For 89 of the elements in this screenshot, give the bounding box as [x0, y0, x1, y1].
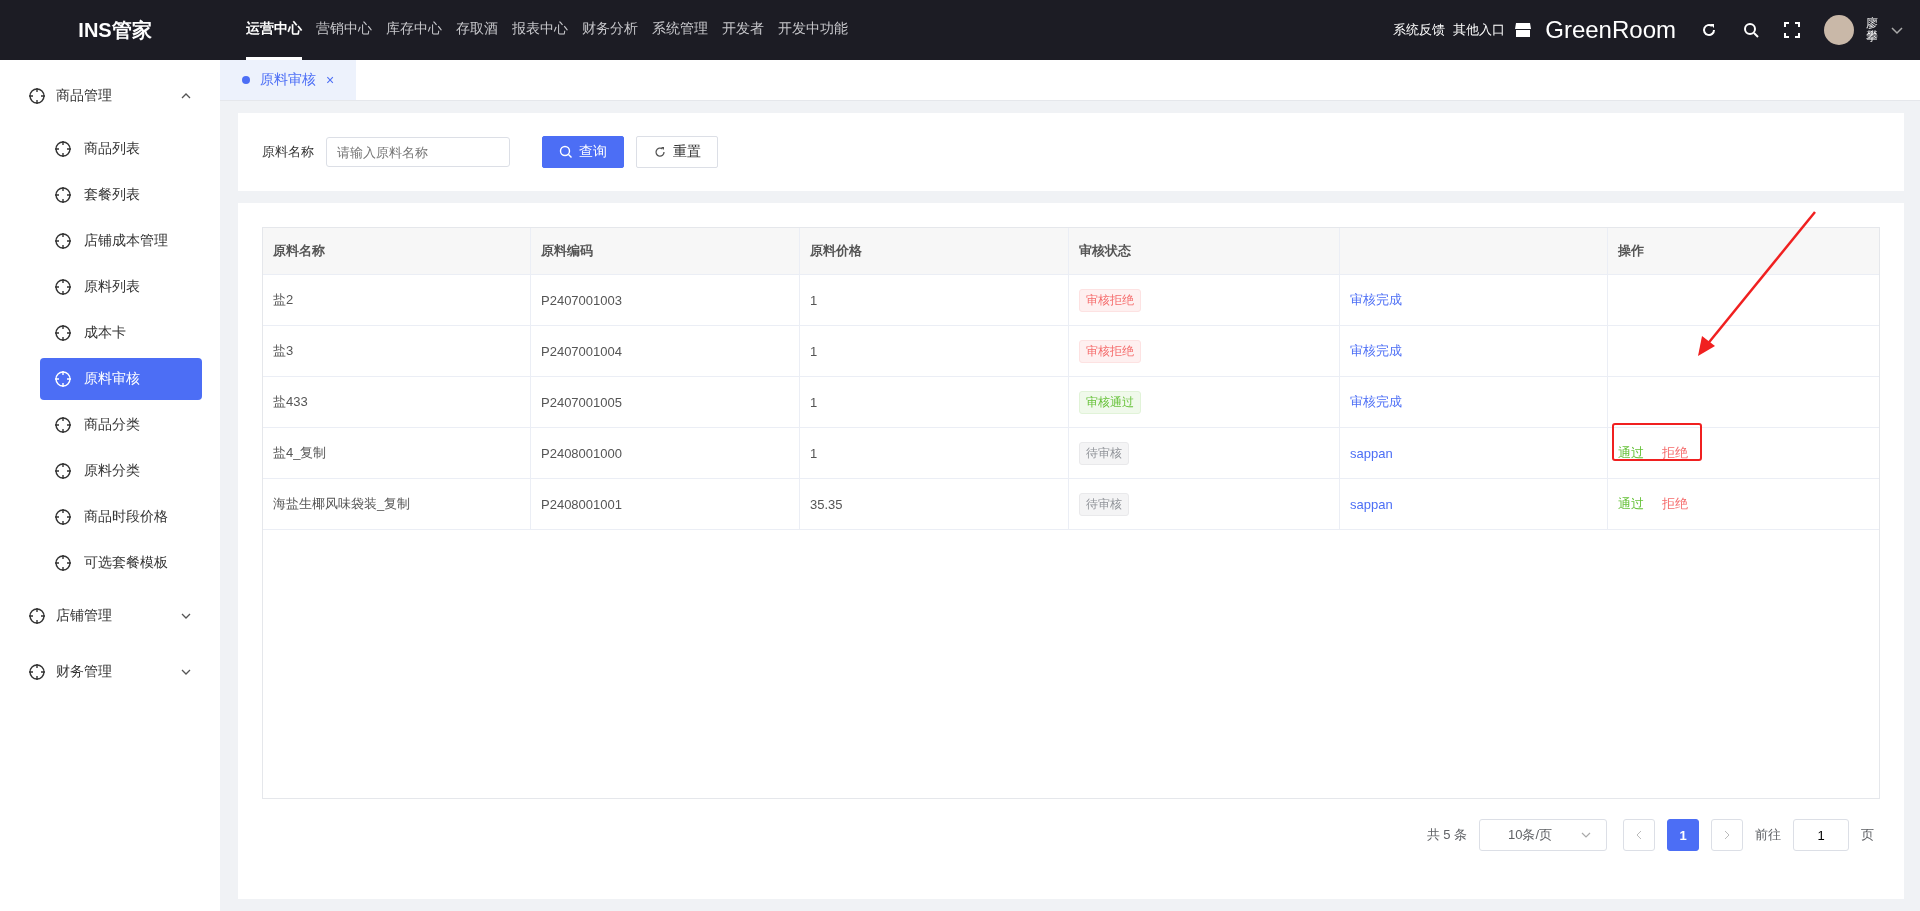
nav-tab[interactable]: 系统管理 [652, 0, 708, 60]
sidebar-item[interactable]: 商品分类 [40, 404, 202, 446]
circle-target-icon [54, 278, 72, 296]
nav-tab[interactable]: 报表中心 [512, 0, 568, 60]
store-icon [1513, 20, 1534, 40]
page-tab[interactable]: 原料审核 × [220, 60, 357, 100]
nav-tab[interactable]: 存取酒 [456, 0, 498, 60]
nav-tab[interactable]: 营销中心 [316, 0, 372, 60]
sidebar-group[interactable]: 财务管理 [0, 644, 220, 700]
goto-label: 前往 [1755, 826, 1781, 844]
sidebar-item[interactable]: 原料列表 [40, 266, 202, 308]
circle-target-icon [54, 508, 72, 526]
sidebar-item[interactable]: 店铺成本管理 [40, 220, 202, 262]
table-link[interactable]: sappan [1350, 496, 1393, 512]
table-link[interactable]: 审核完成 [1350, 393, 1402, 411]
chevron-left-icon [1634, 830, 1644, 840]
table-cell: P2407001005 [531, 377, 800, 427]
circle-target-icon [54, 232, 72, 250]
app-logo: INS管家 [77, 17, 153, 43]
status-tag: 审核拒绝 [1079, 339, 1141, 363]
circle-target-icon [54, 462, 72, 480]
reset-button[interactable]: 重置 [636, 136, 718, 168]
sidebar-item[interactable]: 商品列表 [40, 128, 202, 170]
table-cell: P2408001001 [531, 479, 800, 529]
column-header: 原料编码 [531, 228, 800, 274]
sidebar-item[interactable]: 可选套餐模板 [40, 542, 202, 584]
table-link[interactable]: 审核完成 [1350, 291, 1402, 309]
circle-target-icon [28, 87, 46, 105]
status-tag: 审核通过 [1079, 390, 1141, 414]
nav-tab[interactable]: 库存中心 [386, 0, 442, 60]
circle-target-icon [54, 554, 72, 572]
table-cell: P2407001004 [531, 326, 800, 376]
table-cell: 盐3 [263, 326, 531, 376]
search-icon [559, 145, 573, 159]
table-cell: 盐2 [263, 275, 531, 325]
table-cell: P2407001003 [531, 275, 800, 325]
nav-tab[interactable]: 开发中功能 [778, 0, 848, 60]
table-cell: 海盐生椰风味袋装_复制 [263, 479, 531, 529]
sidebar-group[interactable]: 商品管理 [0, 68, 220, 124]
goto-page-input[interactable]: 1 [1793, 819, 1849, 851]
user-avatar[interactable] [1824, 15, 1854, 45]
circle-target-icon [28, 663, 46, 681]
table-cell: 1 [800, 428, 1069, 478]
sidebar-item[interactable]: 原料分类 [40, 450, 202, 492]
column-header: 操作 [1617, 242, 1645, 260]
column-header: 原料名称 [263, 228, 531, 274]
circle-target-icon [54, 416, 72, 434]
table-cell: P2408001000 [531, 428, 800, 478]
status-tag: 待审核 [1079, 441, 1129, 465]
circle-target-icon [28, 607, 46, 625]
circle-target-icon [54, 370, 72, 388]
table-cell: 35.35 [800, 479, 1069, 529]
table-cell: 1 [800, 326, 1069, 376]
sidebar-item[interactable]: 商品时段价格 [40, 496, 202, 538]
table-cell: 1 [800, 275, 1069, 325]
sidebar-group[interactable]: 店铺管理 [0, 588, 220, 644]
column-header: 原料价格 [800, 228, 1069, 274]
page-size-select[interactable]: 10条/页 [1479, 819, 1607, 851]
circle-target-icon [54, 324, 72, 342]
page-suffix: 页 [1861, 826, 1874, 844]
refresh-icon[interactable] [1700, 21, 1718, 39]
table-cell: 盐433 [263, 377, 531, 427]
sidebar-item[interactable]: 原料审核 [40, 358, 202, 400]
table-link[interactable]: sappan [1350, 445, 1393, 461]
nav-tab[interactable]: 开发者 [722, 0, 764, 60]
status-tag: 审核拒绝 [1079, 288, 1141, 312]
sidebar-item[interactable]: 套餐列表 [40, 174, 202, 216]
status-tag: 待审核 [1079, 492, 1129, 516]
total-count: 共 5 条 [1426, 826, 1467, 844]
table-cell: 盐4_复制 [263, 428, 531, 478]
nav-tab[interactable]: 财务分析 [582, 0, 638, 60]
store-name[interactable]: GreenRoom [1545, 16, 1676, 44]
name-input[interactable]: 请输入原料名称 [326, 137, 510, 167]
user-name[interactable]: 廖攀 [1866, 16, 1878, 44]
table-link[interactable]: 审核完成 [1350, 342, 1402, 360]
refresh-icon [653, 145, 667, 159]
page-button[interactable]: 1 [1667, 819, 1699, 851]
header-link[interactable]: 其他入口 [1453, 21, 1506, 39]
header-link[interactable]: 系统反馈 [1393, 21, 1446, 39]
search-button[interactable]: 查询 [542, 136, 624, 168]
chevron-right-icon [1722, 830, 1732, 840]
column-header: 审核状态 [1069, 228, 1340, 274]
fullscreen-icon[interactable] [1784, 22, 1800, 38]
field-label: 原料名称 [262, 143, 314, 161]
table-cell: 1 [800, 377, 1069, 427]
circle-target-icon [54, 186, 72, 204]
circle-target-icon [54, 140, 72, 158]
search-icon[interactable] [1742, 21, 1760, 39]
sidebar-item[interactable]: 成本卡 [40, 312, 202, 354]
